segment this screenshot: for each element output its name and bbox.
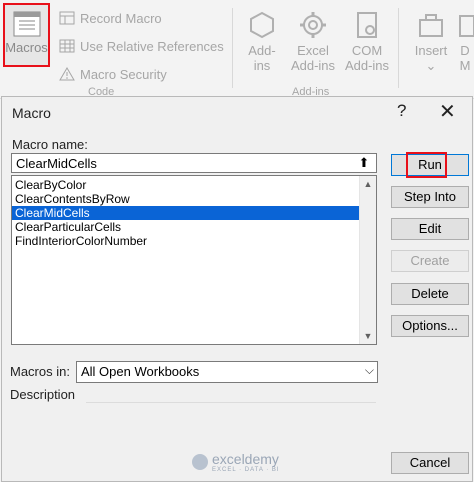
macro-list-item[interactable]: ClearContentsByRow bbox=[12, 192, 360, 206]
upload-arrow-icon[interactable]: ⬆ bbox=[355, 155, 373, 171]
ribbon-separator bbox=[398, 8, 399, 88]
grid-icon bbox=[58, 38, 76, 54]
record-macro-icon bbox=[58, 10, 76, 26]
com-addins-icon bbox=[352, 10, 382, 43]
scroll-down-icon[interactable]: ▼ bbox=[360, 328, 376, 344]
use-relative-label: Use Relative References bbox=[80, 38, 224, 54]
watermark-sub: EXCEL · DATA · BI bbox=[212, 467, 280, 473]
design-label-2: M bbox=[459, 58, 471, 73]
options-button[interactable]: Options... bbox=[391, 315, 469, 337]
com-addins-button[interactable]: COM Add-ins bbox=[340, 10, 394, 73]
insert-caret: ⌄ bbox=[425, 58, 437, 73]
macro-list[interactable]: ClearByColor ClearContentsByRow ClearMidCe… bbox=[11, 175, 377, 345]
com-addins-label-2: Add-ins bbox=[344, 58, 390, 73]
macro-list-item[interactable]: FindInteriorColorNumber bbox=[12, 234, 360, 248]
chevron-down-icon: ⌵ bbox=[364, 363, 374, 377]
ribbon: Macros Record Macro Use Relative Referen… bbox=[0, 0, 474, 99]
macros-button-label: Macros bbox=[5, 40, 48, 55]
macros-in-value: All Open Workbooks bbox=[81, 364, 200, 379]
macros-icon bbox=[13, 11, 41, 40]
design-mode-button[interactable]: D M bbox=[456, 10, 474, 73]
record-macro-label: Record Macro bbox=[80, 10, 162, 26]
macro-list-item[interactable]: ClearParticularCells bbox=[12, 220, 360, 234]
edit-button[interactable]: Edit bbox=[391, 218, 469, 240]
design-mode-icon bbox=[456, 10, 474, 43]
list-scrollbar[interactable]: ▲ ▼ bbox=[359, 176, 376, 344]
design-label-1: D bbox=[460, 43, 470, 58]
help-button[interactable]: ? bbox=[397, 101, 406, 121]
macro-name-input[interactable]: ClearMidCells bbox=[11, 153, 377, 173]
close-button[interactable]: ✕ bbox=[439, 99, 456, 124]
macros-button[interactable]: Macros bbox=[3, 3, 50, 67]
delete-button[interactable]: Delete bbox=[391, 283, 469, 305]
addins-label-1: Add- bbox=[248, 43, 276, 58]
macro-security-button[interactable]: Macro Security bbox=[58, 64, 167, 84]
run-button[interactable]: Run bbox=[391, 154, 469, 176]
warning-icon bbox=[58, 66, 76, 82]
macro-name-label: Macro name: bbox=[12, 137, 88, 152]
watermark-brand: exceldemy bbox=[212, 451, 279, 467]
addins-icon bbox=[247, 10, 277, 43]
macro-list-item[interactable]: ClearMidCells bbox=[12, 206, 360, 220]
macro-security-label: Macro Security bbox=[80, 66, 167, 82]
ribbon-separator bbox=[232, 8, 233, 88]
use-relative-references-button[interactable]: Use Relative References bbox=[58, 36, 224, 56]
description-divider bbox=[86, 402, 376, 403]
excel-addins-label-1: Excel bbox=[297, 43, 329, 58]
gear-icon bbox=[298, 10, 328, 43]
macro-list-item[interactable]: ClearByColor bbox=[12, 178, 360, 192]
cancel-button[interactable]: Cancel bbox=[391, 452, 469, 474]
toolbox-icon bbox=[416, 10, 446, 43]
scroll-up-icon[interactable]: ▲ bbox=[360, 176, 376, 192]
insert-label: Insert bbox=[414, 43, 448, 58]
macro-dialog: Macro ? ✕ Macro name: ClearMidCells ⬆ Cl… bbox=[1, 96, 473, 482]
create-button[interactable]: Create bbox=[391, 250, 469, 272]
com-addins-label-1: COM bbox=[351, 43, 383, 58]
dialog-title: Macro bbox=[12, 105, 51, 121]
record-macro-button[interactable]: Record Macro bbox=[58, 8, 162, 28]
excel-addins-button[interactable]: Excel Add-ins bbox=[286, 10, 340, 73]
description-label: Description bbox=[10, 387, 76, 402]
exceldemy-watermark: exceldemy EXCEL · DATA · BI bbox=[192, 451, 280, 473]
macros-in-label: Macros in: bbox=[10, 364, 70, 379]
excel-addins-label-2: Add-ins bbox=[290, 58, 336, 73]
step-into-button[interactable]: Step Into bbox=[391, 186, 469, 208]
macros-in-select[interactable]: All Open Workbooks ⌵ bbox=[76, 361, 378, 383]
exceldemy-logo-icon bbox=[192, 454, 208, 470]
insert-button[interactable]: Insert ⌄ bbox=[410, 10, 452, 73]
addins-label-2: ins bbox=[253, 58, 271, 73]
addins-button[interactable]: Add- ins bbox=[242, 10, 282, 73]
